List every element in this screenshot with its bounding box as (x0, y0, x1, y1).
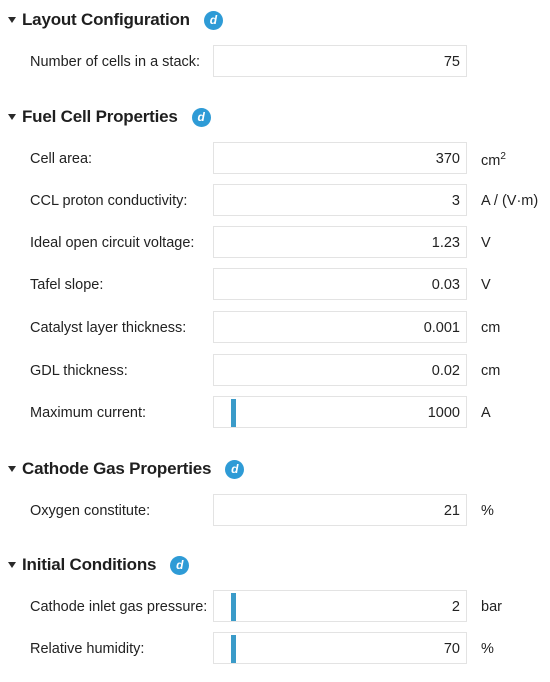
unit-label: A / (V·m) (481, 193, 539, 209)
number-of-cells-input[interactable]: 75 (213, 45, 467, 77)
property-row-oxygen-constitute: Oxygen constitute: 21 % (0, 494, 550, 528)
cell-area-input[interactable]: 370 (213, 142, 467, 174)
unit-label: bar (481, 599, 502, 615)
section-header-fuel-cell-properties[interactable]: Fuel Cell Properties d (8, 104, 211, 130)
maximum-current-input[interactable]: 1000 (213, 396, 467, 428)
property-row-gdl-thickness: GDL thickness: 0.02 cm (0, 354, 550, 388)
slider-marker-icon[interactable] (231, 635, 236, 663)
section-header-cathode-gas-properties[interactable]: Cathode Gas Properties d (8, 456, 245, 482)
property-row-tafel-slope: Tafel slope: 0.03 V (0, 268, 550, 302)
property-label: Oxygen constitute: (30, 503, 151, 519)
property-label: Cell area: (30, 151, 93, 167)
section-title: Fuel Cell Properties (22, 107, 178, 126)
gdl-thickness-input[interactable]: 0.02 (213, 354, 467, 386)
dynamic-parameter-icon[interactable]: d (225, 459, 245, 479)
slider-marker-icon[interactable] (231, 399, 236, 427)
section-title: Layout Configuration (22, 10, 190, 29)
property-label: Maximum current: (30, 405, 147, 421)
field-value: 0.02 (431, 363, 460, 379)
unit-label: V (481, 277, 491, 293)
unit-label: A (481, 405, 491, 421)
property-row-cathode-inlet-gas-pressure: Cathode inlet gas pressure: 2 bar (0, 590, 550, 624)
field-value: 2 (451, 599, 460, 615)
unit-label: % (481, 641, 494, 657)
section-header-layout-configuration[interactable]: Layout Configuration d (8, 7, 223, 33)
property-label: Cathode inlet gas pressure: (30, 599, 208, 615)
property-row-relative-humidity: Relative humidity: 70 % (0, 632, 550, 666)
property-label: Relative humidity: (30, 641, 145, 657)
slider-marker-icon[interactable] (231, 593, 236, 621)
unit-label: % (481, 503, 494, 519)
catalyst-layer-thickness-input[interactable]: 0.001 (213, 311, 467, 343)
property-row-number-of-cells: Number of cells in a stack: 75 (0, 45, 550, 79)
field-value: 1.23 (431, 235, 460, 251)
property-label: Ideal open circuit voltage: (30, 235, 195, 251)
property-row-catalyst-layer-thickness: Catalyst layer thickness: 0.001 cm (0, 311, 550, 345)
collapse-caret-icon[interactable] (8, 466, 16, 472)
property-row-ccl-proton-conductivity: CCL proton conductivity: 3 A / (V·m) (0, 184, 550, 218)
tafel-slope-input[interactable]: 0.03 (213, 268, 467, 300)
property-label: Catalyst layer thickness: (30, 320, 187, 336)
property-row-maximum-current: Maximum current: 1000 A (0, 396, 550, 430)
unit-label: cm (481, 363, 501, 379)
dynamic-parameter-icon[interactable]: d (191, 107, 211, 127)
unit-label: V (481, 235, 491, 251)
collapse-caret-icon[interactable] (8, 17, 16, 23)
section-title: Cathode Gas Properties (22, 459, 212, 478)
property-row-cell-area: Cell area: 370 cm2 (0, 142, 550, 176)
ccl-proton-conductivity-input[interactable]: 3 (213, 184, 467, 216)
cathode-inlet-gas-pressure-input[interactable]: 2 (213, 590, 467, 622)
properties-panel: Layout Configuration d Number of cells i… (0, 0, 550, 682)
field-value: 370 (435, 151, 460, 167)
collapse-caret-icon[interactable] (8, 114, 16, 120)
property-label: Number of cells in a stack: (30, 54, 201, 70)
property-row-ideal-open-circuit-voltage: Ideal open circuit voltage: 1.23 V (0, 226, 550, 260)
unit-label: cm2 (481, 151, 506, 169)
ideal-open-circuit-voltage-input[interactable]: 1.23 (213, 226, 467, 258)
unit-label: cm (481, 320, 501, 336)
field-value: 3 (451, 193, 460, 209)
field-value: 0.001 (423, 320, 460, 336)
property-label: Tafel slope: (30, 277, 104, 293)
field-value: 75 (443, 54, 460, 70)
dynamic-parameter-icon[interactable]: d (170, 555, 190, 575)
field-value: 21 (443, 503, 460, 519)
field-value: 1000 (427, 405, 460, 421)
field-value: 70 (443, 641, 460, 657)
section-title: Initial Conditions (22, 555, 157, 574)
collapse-caret-icon[interactable] (8, 562, 16, 568)
section-header-initial-conditions[interactable]: Initial Conditions d (8, 552, 190, 578)
field-value: 0.03 (431, 277, 460, 293)
oxygen-constitute-input[interactable]: 21 (213, 494, 467, 526)
relative-humidity-input[interactable]: 70 (213, 632, 467, 664)
dynamic-parameter-icon[interactable]: d (203, 10, 223, 30)
property-label: CCL proton conductivity: (30, 193, 188, 209)
property-label: GDL thickness: (30, 363, 128, 379)
